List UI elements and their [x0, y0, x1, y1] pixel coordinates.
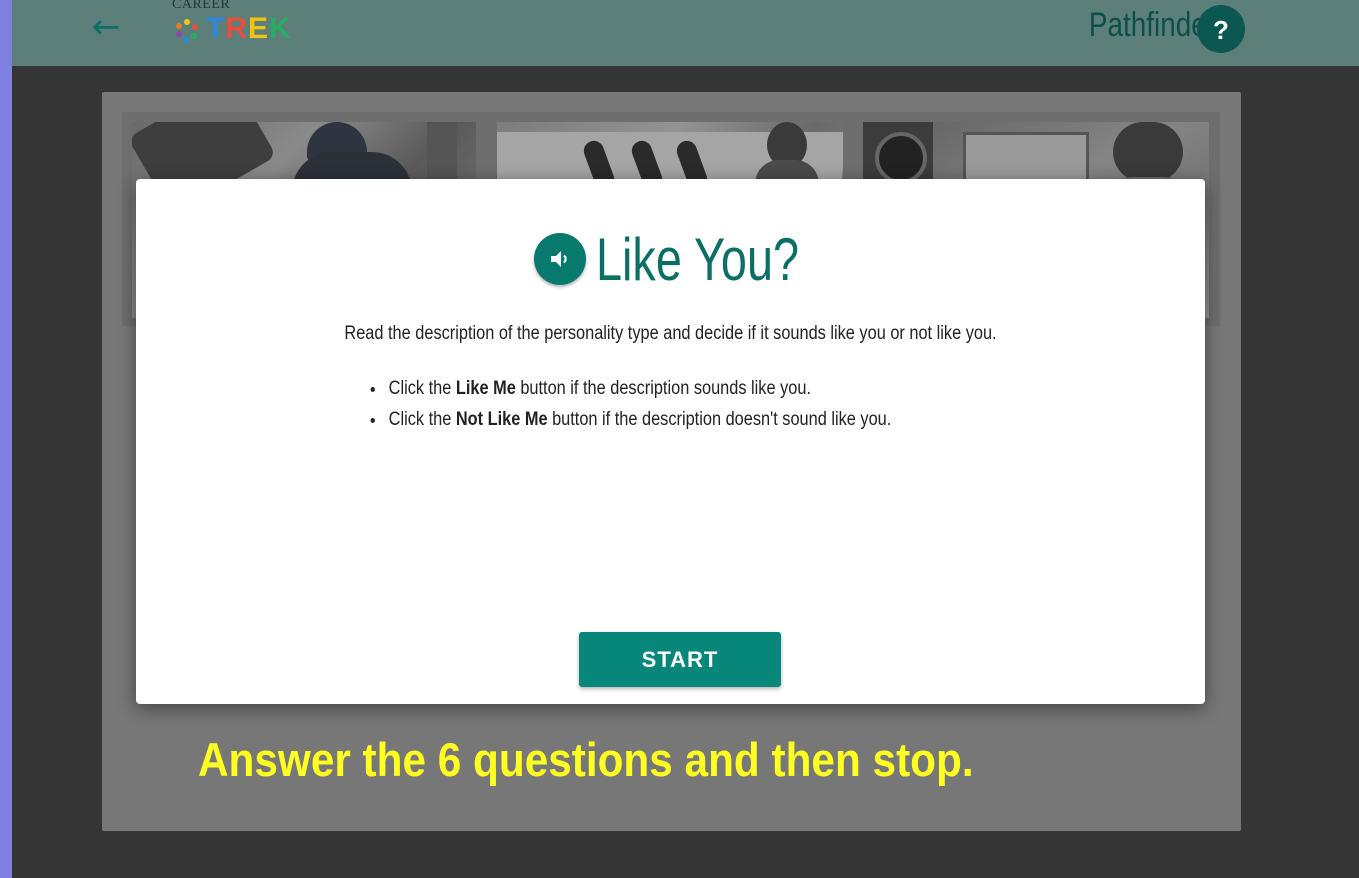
instruction-banner: Answer the 6 questions and then stop. — [198, 733, 974, 786]
arrow-left-icon: ← — [91, 7, 121, 47]
logo-letter: R — [225, 12, 248, 45]
audio-button[interactable] — [534, 233, 587, 285]
app-frame: ← CAREER TREK Pathfinder ? Answer the 6 … — [12, 0, 1359, 878]
list-item: Click the Like Me button if the descript… — [385, 373, 891, 404]
back-button[interactable]: ← — [84, 10, 128, 44]
career-trek-logo[interactable]: CAREER TREK — [172, 0, 312, 48]
top-bar: ← CAREER TREK Pathfinder ? — [12, 0, 1359, 66]
start-button[interactable]: START — [579, 632, 781, 687]
instructions-dialog: Like You? Read the description of the pe… — [136, 179, 1205, 704]
speaker-icon — [551, 251, 568, 267]
logo-dots-icon — [176, 19, 198, 43]
logo-letter: K — [269, 12, 292, 45]
logo-letter: T — [206, 12, 226, 45]
list-item: Click the Not Like Me button if the desc… — [385, 404, 892, 435]
instruction-list: Click the Like Me button if the descript… — [368, 373, 892, 435]
logo-word: TREK — [206, 12, 292, 46]
dialog-header: Like You? — [136, 219, 1205, 299]
dialog-title: Like You? — [596, 225, 800, 293]
logo-letter: E — [248, 12, 270, 45]
help-button[interactable]: ? — [1197, 5, 1245, 53]
dialog-intro: Read the description of the personality … — [344, 323, 997, 344]
